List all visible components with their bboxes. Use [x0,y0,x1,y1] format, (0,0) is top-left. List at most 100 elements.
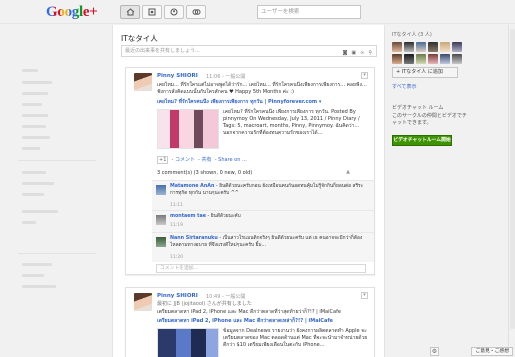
nav-item[interactable] [22,125,46,128]
post-link-text: ข้อมูลจาก Dealnews รายงานว่า ยังคงการผลิ… [223,328,368,348]
post-actions: +1 - コメント - 共有 - Share on ... [157,156,247,164]
nav-item[interactable] [22,69,38,72]
member-avatar[interactable] [452,54,462,64]
circle-members-row-2 [392,54,462,64]
stream-content: ITなタイ人 最近の出来事を共有しましょう... ◙ ▣ ∞ ⚲ Pinny S… [112,25,385,357]
nav-item[interactable] [22,182,54,185]
view-all-link[interactable]: すべて表示 [392,83,416,90]
post-time[interactable]: 11:06 [206,74,220,80]
comment-link[interactable]: コメント [175,157,195,163]
add-to-circle-button[interactable]: + ITなタイ人 に追加 [392,67,458,78]
plus-one-button[interactable]: +1 [157,156,169,164]
nav-item[interactable] [22,103,42,106]
camera-icon[interactable]: ◙ [343,48,348,58]
share-on-link[interactable]: Share on ... [218,157,247,163]
commenter-avatar[interactable] [156,185,166,195]
scrollbar-thumb[interactable] [510,29,515,329]
post-visibility[interactable]: 一般公開 [225,74,245,80]
member-avatar[interactable] [404,54,414,64]
share-placeholder: 最近の出来事を共有しましょう... [125,48,200,54]
comment-time[interactable]: 11:20 [170,255,183,260]
member-avatar[interactable] [416,54,426,64]
profile-nav-button[interactable] [164,5,184,19]
member-avatar[interactable] [440,54,450,64]
page-title: ITなタイ人 [121,34,158,43]
profile-icon [170,8,178,16]
post-menu-icon[interactable]: ▾ [361,292,368,299]
add-comment-input[interactable]: コメントを追加... [156,264,366,273]
comment-body: ยินดีด้วยนะคับ [210,214,241,219]
collapse-icon[interactable]: ▲ [346,169,350,175]
commenter-name[interactable]: Nann Sirtaranuku [170,236,218,241]
video-icon[interactable]: ▣ [351,48,356,58]
member-avatar[interactable] [452,42,462,52]
member-avatar[interactable] [416,42,426,52]
circles-nav-button[interactable] [186,5,206,19]
stream-post: Pinny SHIORI 11:06 - 一般公開 ▾ เคยไหม... ที… [125,67,375,275]
photos-nav-button[interactable] [142,5,162,19]
member-avatar[interactable] [428,42,438,52]
top-bar: Google+ ユーザーを検索 [0,0,515,24]
post-menu-icon[interactable]: ▾ [361,72,368,79]
author-avatar[interactable] [134,293,152,311]
settings-gear-icon[interactable]: ⚙ [430,347,439,356]
comment-text: montaem tae - ยินดีด้วยนะคับ [170,214,241,219]
link-icon[interactable]: ∞ [360,48,364,58]
nav-item[interactable] [22,274,44,277]
share-box-input[interactable]: 最近の出来事を共有しましょう... ◙ ▣ ∞ ⚲ [121,45,377,57]
comment-time[interactable]: 11:19 [170,223,183,228]
nav-item[interactable] [22,114,48,117]
google-plus-logo[interactable]: Google+ [46,4,98,21]
nav-divider [18,253,96,254]
location-icon[interactable]: ⚲ [368,48,372,58]
post-link-text: เคยไหม? ที่รักใครคนนึง เพียงการเพียงการ … [223,109,360,136]
nav-item[interactable] [22,81,52,84]
comment-text: Matamone AnAn - ยินดีด้วยนะครับกอน ยังเห… [170,184,364,196]
post-text: เตรียมตลาดหา iPad 2, iPhone และ Mac ดีกว… [157,309,341,315]
logo-text: Google [46,4,90,20]
start-video-chat-button[interactable]: ビデオチャットルーム開始 [392,135,452,146]
people-search-input[interactable]: ユーザーを検索 [257,5,361,19]
nav-item[interactable] [22,193,44,196]
nav-item[interactable] [22,147,40,150]
nav-item[interactable] [22,221,36,224]
post-text: เคยไหม... ที่รักใครแต่ไม่อาจพูดได้ว่ารัก… [157,82,367,95]
post-meta: 10:49 - 一般公開 [206,294,246,300]
member-avatar[interactable] [428,54,438,64]
reshare-note: 最初に JJB (jojitaool) さんが共有しました [157,301,252,307]
post-author[interactable]: Pinny SHIORI [157,73,198,79]
right-sidebar: ITなタイ人 (3 人) + ITなタイ人 に追加 すべて表示 ビデオチャット … [388,25,470,357]
share-link[interactable]: 共有 [202,157,212,163]
stream-post: Pinny SHIORI 10:49 - 一般公開 ▾ 最初に JJB (joj… [125,287,375,357]
comment-list: Matamone AnAn - ยินดีด้วยนะครับกอน ยังเห… [152,180,374,273]
feedback-button[interactable]: ご意見・ご感想 [471,347,513,356]
post-author[interactable]: Pinny SHIORI [157,293,198,299]
comment-time[interactable]: 11:11 [170,203,183,208]
nav-item[interactable] [22,92,48,95]
commenter-avatar[interactable] [156,237,166,247]
member-avatar[interactable] [392,54,402,64]
commenter-name[interactable]: Matamone AnAn [170,184,214,189]
author-avatar[interactable] [134,73,152,91]
commenter-name[interactable]: montaem tae [170,214,206,219]
commenter-avatar[interactable] [156,215,166,225]
post-link-title[interactable]: เตรียมตลาดหา iPad 2, iPhone และ Mac ดีกว… [157,318,367,325]
link-thumbnail[interactable] [157,328,219,357]
member-avatar[interactable] [392,42,402,52]
logo-plus: + [89,4,98,20]
comment-item: Nann Sirtaranuku - เป็นสาวโรแมนติกจริงๆ … [152,232,374,262]
link-thumbnail[interactable] [157,109,219,149]
comments-summary[interactable]: 3 comment(s) (3 shown, 0 new, 0 old) [157,170,252,176]
nav-item[interactable] [22,171,46,174]
nav-item[interactable] [22,136,50,139]
page-scrollbar[interactable] [508,25,515,357]
nav-divider [18,160,96,161]
photo-icon [148,8,156,16]
post-link-title[interactable]: เคยไหม? ที่รักใครคนนึง เพียงการเพียงการ … [157,99,367,106]
nav-item[interactable] [22,210,58,213]
member-avatar[interactable] [440,42,450,52]
nav-item[interactable] [22,263,52,266]
member-avatar[interactable] [404,42,414,52]
home-nav-button[interactable] [120,5,140,19]
nav-item[interactable] [22,285,56,288]
